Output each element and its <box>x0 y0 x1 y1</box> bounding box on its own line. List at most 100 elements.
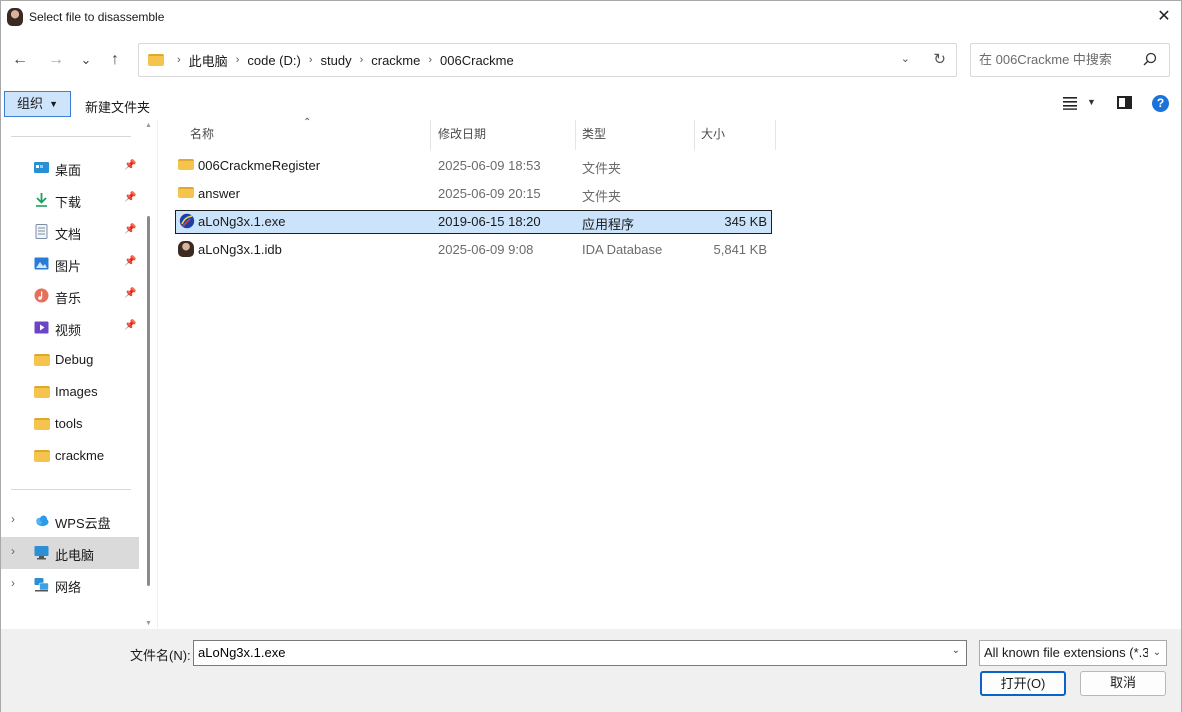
column-divider[interactable] <box>575 120 576 150</box>
column-header-label: 类型 <box>582 127 607 141</box>
scroll-down-icon[interactable]: ▼ <box>145 620 152 627</box>
expand-chevron-icon[interactable]: › <box>11 512 15 526</box>
file-type-filter-value: All known file extensions (*.3 <box>984 645 1150 660</box>
music-icon <box>34 288 49 303</box>
file-type: 应用程序 <box>582 217 635 232</box>
file-modified: 2025-06-09 20:15 <box>438 186 541 201</box>
column-header-type[interactable]: 类型 <box>582 120 606 148</box>
sidebar-item-desktop[interactable]: 桌面 📌 <box>1 152 139 184</box>
sidebar-item-label: 图片 <box>55 259 82 274</box>
sidebar-item-videos[interactable]: 视频 📌 <box>1 312 139 344</box>
search-box[interactable] <box>970 43 1170 77</box>
document-icon <box>35 224 48 239</box>
file-list: 名称 ⌃ 修改日期 类型 大小 006CrackmeRegister 2025-… <box>159 117 1181 629</box>
cancel-button[interactable]: 取消 <box>1080 671 1166 696</box>
divider <box>11 489 131 490</box>
breadcrumb-item-current[interactable]: 006Crackme <box>440 53 514 68</box>
cloud-icon <box>36 515 49 526</box>
filename-input[interactable] <box>198 645 938 660</box>
view-caret-icon[interactable]: ▼ <box>1087 97 1096 107</box>
help-icon[interactable]: ? <box>1152 95 1169 112</box>
new-folder-button[interactable]: 新建文件夹 <box>85 97 150 116</box>
sidebar-item-debug[interactable]: Debug <box>1 344 139 376</box>
chevron-right-icon[interactable]: › <box>236 54 240 66</box>
open-button[interactable]: 打开(O) <box>980 671 1066 696</box>
sidebar-item-label: 文档 <box>55 227 82 242</box>
search-input[interactable] <box>979 52 1139 67</box>
filename-combobox[interactable]: ⌄ <box>193 640 967 666</box>
address-bar[interactable]: › 此电脑 › code (D:) › study › crackme › 00… <box>138 43 957 77</box>
column-header-modified[interactable]: 修改日期 <box>438 120 486 148</box>
column-header-name[interactable]: 名称 <box>190 120 214 148</box>
folder-icon <box>34 418 50 430</box>
sort-ascending-icon: ⌃ <box>303 117 312 128</box>
sidebar-item-label: crackme <box>55 448 105 463</box>
sidebar-item-wps-cloud[interactable]: › WPS云盘 <box>1 505 139 537</box>
file-row-selected[interactable]: aLoNg3x.1.exe 2019-06-15 18:20 应用程序 345 … <box>175 210 772 234</box>
chevron-down-icon[interactable]: ⌄ <box>1148 641 1166 665</box>
file-row[interactable]: aLoNg3x.1.idb 2025-06-09 9:08 IDA Databa… <box>175 238 772 262</box>
refresh-icon[interactable]: ↻ <box>933 50 946 68</box>
dialog-footer: 文件名(N): ⌄ All known file extensions (*.3… <box>1 629 1181 712</box>
breadcrumb-item-study[interactable]: study <box>321 53 352 68</box>
sidebar-item-this-pc[interactable]: › 此电脑 <box>1 537 139 569</box>
file-row[interactable]: answer 2025-06-09 20:15 文件夹 <box>175 182 772 206</box>
file-row[interactable]: 006CrackmeRegister 2025-06-09 18:53 文件夹 <box>175 154 772 178</box>
column-divider[interactable] <box>430 120 431 150</box>
chevron-right-icon: › <box>177 54 181 66</box>
forward-button[interactable]: → <box>44 48 68 72</box>
sidebar-item-documents[interactable]: 文档 📌 <box>1 216 139 248</box>
pin-icon: 📌 <box>124 256 137 267</box>
column-header-label: 大小 <box>701 127 726 141</box>
file-modified: 2025-06-09 9:08 <box>438 242 534 257</box>
file-type-filter[interactable]: All known file extensions (*.3 ⌄ <box>979 640 1167 666</box>
sidebar-item-crackme[interactable]: crackme <box>1 440 139 472</box>
window-title: Select file to disassemble <box>29 10 165 24</box>
breadcrumb-item-crackme[interactable]: crackme <box>371 53 420 68</box>
chevron-down-icon[interactable]: ⌄ <box>952 645 960 656</box>
file-name: aLoNg3x.1.exe <box>198 214 286 229</box>
breadcrumb: › 此电脑 › code (D:) › study › crackme › 00… <box>169 44 514 76</box>
sidebar-item-label: 网络 <box>55 580 82 595</box>
expand-chevron-icon[interactable]: › <box>11 576 15 590</box>
preview-pane-icon[interactable] <box>1117 96 1132 109</box>
ida-app-icon <box>7 8 23 26</box>
pin-icon: 📌 <box>124 160 137 171</box>
folder-icon <box>148 54 164 66</box>
breadcrumb-item-drive[interactable]: code (D:) <box>247 53 300 68</box>
up-button[interactable]: ↑ <box>103 48 127 72</box>
sidebar-item-downloads[interactable]: 下载 📌 <box>1 184 139 216</box>
desktop-icon <box>34 162 49 173</box>
sidebar-item-network[interactable]: › 网络 <box>1 569 139 601</box>
chevron-right-icon[interactable]: › <box>428 54 432 66</box>
folder-icon <box>34 450 50 462</box>
scrollbar-thumb[interactable] <box>147 216 150 586</box>
column-divider[interactable] <box>694 120 695 150</box>
network-icon <box>34 578 49 592</box>
chevron-right-icon[interactable]: › <box>360 54 364 66</box>
sidebar-item-images[interactable]: Images <box>1 376 139 408</box>
pane-splitter[interactable] <box>157 120 158 629</box>
recent-locations-button[interactable]: ⌄ <box>74 48 98 72</box>
ida-database-icon <box>178 241 194 257</box>
organize-button[interactable]: 组织 ▼ <box>4 91 71 117</box>
column-header-size[interactable]: 大小 <box>701 120 725 148</box>
breadcrumb-item-this-pc[interactable]: 此电脑 <box>189 51 228 70</box>
command-bar: 组织 ▼ 新建文件夹 ▼ ? <box>1 89 1181 119</box>
file-modified: 2025-06-09 18:53 <box>438 158 541 173</box>
address-history-dropdown[interactable]: ⌄ <box>901 52 910 65</box>
file-name: answer <box>198 186 240 201</box>
sidebar-item-label: 下载 <box>55 195 82 210</box>
back-button[interactable]: ← <box>8 48 32 72</box>
search-icon[interactable] <box>1143 52 1157 66</box>
sidebar-scrollbar[interactable]: ▲ ▼ <box>143 120 155 629</box>
column-divider[interactable] <box>775 120 776 150</box>
expand-chevron-icon[interactable]: › <box>11 544 15 558</box>
scroll-up-icon[interactable]: ▲ <box>145 122 152 129</box>
view-options-icon[interactable] <box>1062 96 1078 110</box>
chevron-right-icon[interactable]: › <box>309 54 313 66</box>
close-button[interactable]: ✕ <box>1147 1 1181 33</box>
sidebar-item-tools[interactable]: tools <box>1 408 139 440</box>
sidebar-item-pictures[interactable]: 图片 📌 <box>1 248 139 280</box>
sidebar-item-music[interactable]: 音乐 📌 <box>1 280 139 312</box>
